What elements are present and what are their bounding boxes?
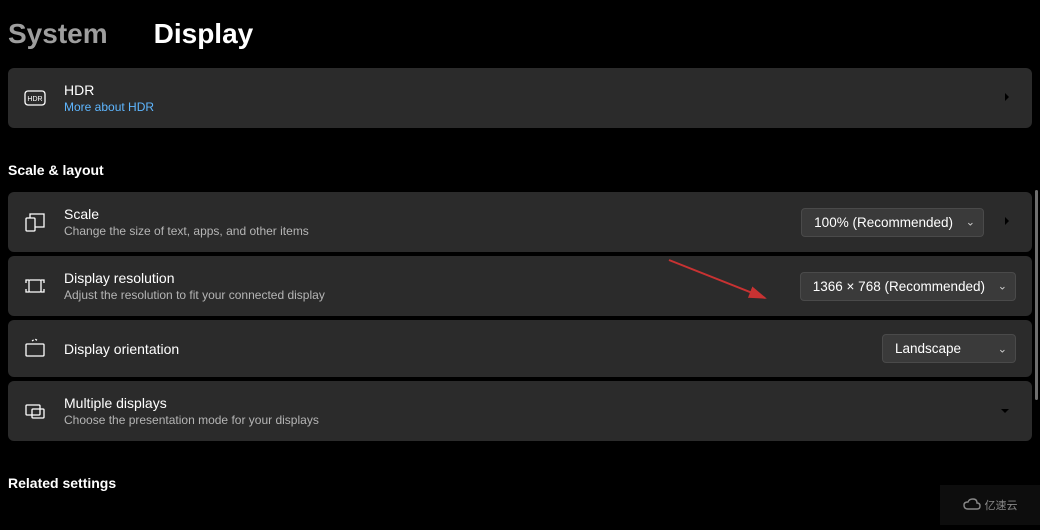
multiple-displays-row[interactable]: Multiple displays Choose the presentatio… — [8, 381, 1032, 441]
breadcrumb: System Display — [8, 0, 1032, 68]
orientation-row[interactable]: Display orientation Landscape ⌄ — [8, 320, 1032, 377]
section-header-scale-layout: Scale & layout — [8, 132, 1032, 192]
multiple-displays-subtitle: Choose the presentation mode for your di… — [64, 413, 976, 427]
chevron-down-icon: ⌄ — [998, 342, 1007, 355]
resolution-icon — [24, 275, 46, 297]
hdr-row[interactable]: HDR HDR More about HDR — [8, 68, 1032, 128]
multiple-displays-icon — [24, 400, 46, 422]
hdr-more-link[interactable]: More about HDR — [64, 100, 980, 114]
scrollbar[interactable] — [1035, 190, 1038, 400]
resolution-dropdown[interactable]: 1366 × 768 (Recommended) ⌄ — [800, 272, 1016, 301]
chevron-right-icon — [998, 90, 1016, 107]
resolution-row[interactable]: Display resolution Adjust the resolution… — [8, 256, 1032, 316]
scale-row[interactable]: Scale Change the size of text, apps, and… — [8, 192, 1032, 252]
chevron-right-icon — [126, 25, 136, 44]
chevron-down-icon: ⌄ — [966, 216, 975, 229]
hdr-icon: HDR — [24, 87, 46, 109]
breadcrumb-current: Display — [154, 18, 254, 50]
orientation-title: Display orientation — [64, 341, 864, 357]
orientation-dropdown[interactable]: Landscape ⌄ — [882, 334, 1016, 363]
svg-text:HDR: HDR — [27, 96, 42, 103]
orientation-icon — [24, 338, 46, 360]
scale-icon — [24, 211, 46, 233]
chevron-down-icon: ⌄ — [998, 280, 1007, 293]
orientation-value: Landscape — [895, 341, 961, 356]
chevron-down-icon — [994, 403, 1016, 419]
resolution-value: 1366 × 768 (Recommended) — [813, 279, 985, 294]
resolution-title: Display resolution — [64, 270, 782, 286]
scale-value: 100% (Recommended) — [814, 215, 953, 230]
hdr-title: HDR — [64, 82, 980, 98]
breadcrumb-parent[interactable]: System — [8, 18, 108, 50]
section-header-related: Related settings — [8, 445, 1032, 505]
scale-dropdown[interactable]: 100% (Recommended) ⌄ — [801, 208, 984, 237]
watermark-text: 亿速云 — [985, 497, 1018, 513]
scale-subtitle: Change the size of text, apps, and other… — [64, 224, 783, 238]
chevron-right-icon — [998, 214, 1016, 231]
resolution-subtitle: Adjust the resolution to fit your connec… — [64, 288, 782, 302]
watermark: 亿速云 — [940, 485, 1040, 525]
multiple-displays-title: Multiple displays — [64, 395, 976, 411]
scale-title: Scale — [64, 206, 783, 222]
